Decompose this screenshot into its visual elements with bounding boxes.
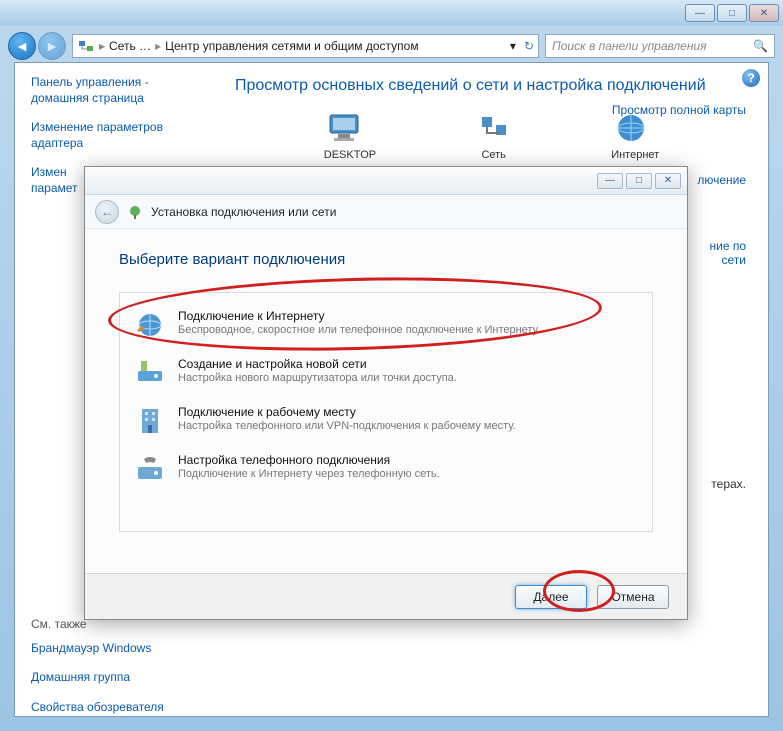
internet-globe-icon bbox=[134, 309, 166, 341]
node-internet-label: Интернет bbox=[611, 149, 659, 161]
connection-wizard-dialog: — □ ✕ ← Установка подключения или сети В… bbox=[84, 166, 688, 620]
cancel-button[interactable]: Отмена bbox=[597, 585, 669, 609]
option-desc: Подключение к Интернету через телефонную… bbox=[178, 468, 440, 480]
node-internet: Интернет bbox=[611, 111, 659, 161]
wizard-footer: Далее Отмена bbox=[85, 573, 687, 619]
minimize-button[interactable]: — bbox=[685, 4, 715, 22]
desktop-icon bbox=[324, 111, 364, 145]
wizard-minimize-button[interactable]: — bbox=[597, 173, 623, 189]
search-icon: 🔍 bbox=[753, 39, 768, 53]
sidebar-homegroup-link[interactable]: Домашняя группа bbox=[31, 670, 199, 686]
breadcrumb-dropdown[interactable]: ▾ ↻ bbox=[510, 39, 534, 53]
nav-forward-button[interactable]: ► bbox=[38, 32, 66, 60]
partial-text: терах. bbox=[711, 477, 746, 491]
sidebar-home-link[interactable]: Панель управления - домашняя страница bbox=[31, 75, 199, 106]
node-network: Сеть bbox=[474, 111, 514, 161]
search-input[interactable]: Поиск в панели управления 🔍 bbox=[545, 34, 775, 58]
minimize-icon: — bbox=[605, 175, 615, 186]
breadcrumb-current[interactable]: Центр управления сетями и общим доступом bbox=[165, 39, 419, 53]
wizard-maximize-button[interactable]: □ bbox=[626, 173, 652, 189]
network-icon bbox=[474, 111, 514, 145]
sidebar-adapter-link[interactable]: Изменение параметров адаптера bbox=[31, 120, 199, 151]
option-dialup[interactable]: Настройка телефонного подключения Подклю… bbox=[120, 445, 652, 493]
network-map: DESKTOP Сеть Интернет bbox=[275, 111, 708, 161]
next-button[interactable]: Далее bbox=[515, 585, 587, 609]
option-desc: Настройка телефонного или VPN-подключени… bbox=[178, 420, 516, 432]
partial-text: лючение bbox=[697, 173, 746, 187]
phone-modem-icon bbox=[134, 453, 166, 485]
wizard-header: ← Установка подключения или сети bbox=[85, 195, 687, 229]
wizard-option-list: Подключение к Интернету Беспроводное, ск… bbox=[119, 292, 653, 532]
parent-titlebar: — □ ✕ bbox=[0, 0, 783, 26]
close-button[interactable]: ✕ bbox=[749, 4, 779, 22]
next-label: Далее bbox=[533, 590, 568, 604]
page-title: Просмотр основных сведений о сети и наст… bbox=[235, 77, 748, 95]
close-icon: ✕ bbox=[664, 175, 672, 186]
option-internet[interactable]: Подключение к Интернету Беспроводное, ск… bbox=[120, 301, 652, 349]
option-desc: Беспроводное, скоростное или телефонное … bbox=[178, 324, 540, 336]
sidebar-firewall-link[interactable]: Брандмауэр Windows bbox=[31, 641, 199, 657]
option-title: Подключение к Интернету bbox=[178, 309, 540, 323]
close-icon: ✕ bbox=[760, 8, 768, 19]
chevron-down-icon: ▾ bbox=[510, 39, 516, 53]
option-title: Настройка телефонного подключения bbox=[178, 453, 440, 467]
node-desktop: DESKTOP bbox=[324, 111, 376, 161]
navigation-row: ◄ ► ▸ Сеть … ▸ Центр управления сетями и… bbox=[0, 26, 783, 66]
nav-back-button[interactable]: ◄ bbox=[8, 32, 36, 60]
building-icon bbox=[134, 405, 166, 437]
node-network-label: Сеть bbox=[474, 149, 514, 161]
wizard-body: Выберите вариант подключения Подключение… bbox=[85, 229, 687, 542]
cancel-label: Отмена bbox=[611, 590, 654, 604]
option-workplace[interactable]: Подключение к рабочему месту Настройка т… bbox=[120, 397, 652, 445]
wizard-header-icon bbox=[127, 204, 143, 220]
breadcrumb-sep: ▸ bbox=[155, 39, 161, 53]
wizard-back-button[interactable]: ← bbox=[95, 200, 119, 224]
option-desc: Настройка нового маршрутизатора или точк… bbox=[178, 372, 457, 384]
wizard-header-title: Установка подключения или сети bbox=[151, 205, 336, 219]
nav-arrows: ◄ ► bbox=[8, 32, 66, 60]
view-full-map-link[interactable]: Просмотр полной карты bbox=[612, 103, 746, 117]
minimize-icon: — bbox=[695, 8, 705, 19]
breadcrumb-root[interactable]: Сеть … bbox=[109, 39, 151, 53]
search-placeholder: Поиск в панели управления bbox=[552, 39, 707, 53]
maximize-icon: □ bbox=[636, 175, 642, 186]
help-icon[interactable]: ? bbox=[742, 69, 760, 87]
wizard-heading: Выберите вариант подключения bbox=[119, 251, 653, 268]
option-new-network[interactable]: Создание и настройка новой сети Настройк… bbox=[120, 349, 652, 397]
breadcrumb-sep: ▸ bbox=[99, 39, 105, 53]
maximize-button[interactable]: □ bbox=[717, 4, 747, 22]
maximize-icon: □ bbox=[729, 8, 735, 19]
network-sharing-icon bbox=[77, 37, 95, 55]
partial-text: ние по сети bbox=[709, 239, 746, 267]
node-desktop-label: DESKTOP bbox=[324, 149, 376, 161]
refresh-icon[interactable]: ↻ bbox=[524, 39, 534, 53]
wizard-titlebar: — □ ✕ bbox=[85, 167, 687, 195]
option-title: Создание и настройка новой сети bbox=[178, 357, 457, 371]
breadcrumb[interactable]: ▸ Сеть … ▸ Центр управления сетями и общ… bbox=[72, 34, 539, 58]
option-title: Подключение к рабочему месту bbox=[178, 405, 516, 419]
sidebar-ie-link[interactable]: Свойства обозревателя bbox=[31, 700, 199, 716]
wizard-close-button[interactable]: ✕ bbox=[655, 173, 681, 189]
router-icon bbox=[134, 357, 166, 389]
